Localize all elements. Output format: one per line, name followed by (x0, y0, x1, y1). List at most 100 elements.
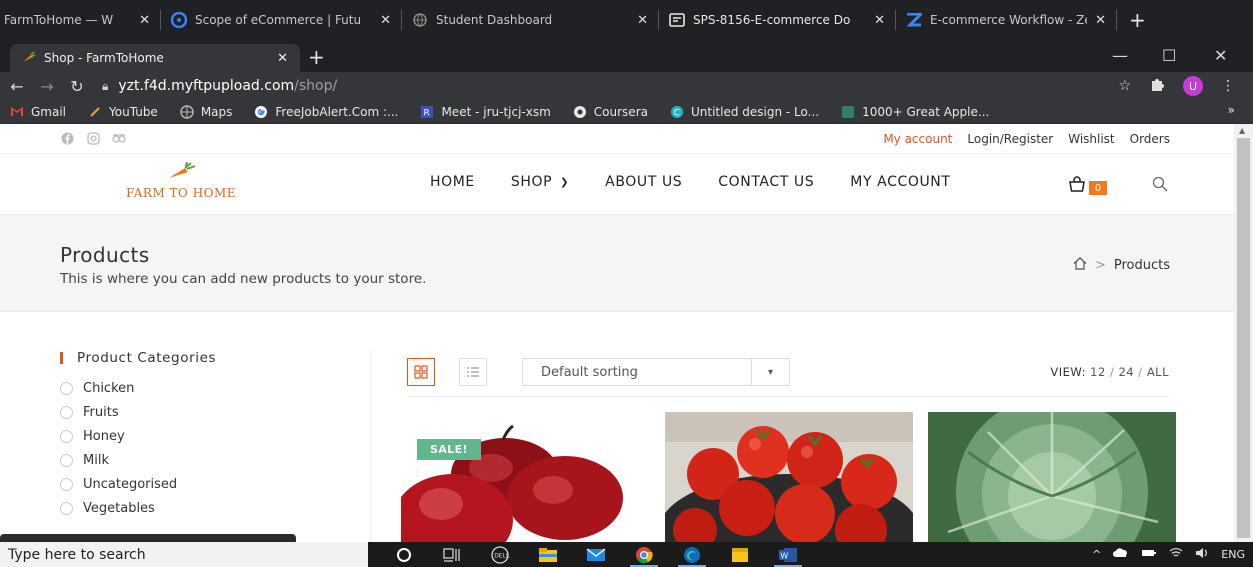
nav-about-us[interactable]: ABOUT US (605, 174, 682, 190)
dell-icon[interactable]: DELL (476, 542, 524, 567)
top-link-my-account[interactable]: My account (883, 132, 952, 146)
onedrive-cloud-icon[interactable] (1113, 548, 1129, 561)
word-icon[interactable]: W (764, 542, 812, 567)
extensions-puzzle-icon[interactable] (1149, 76, 1165, 96)
instagram-icon[interactable] (86, 131, 100, 145)
breadcrumb-current: Products (1113, 258, 1170, 273)
view-label: VIEW: (1050, 365, 1086, 379)
language-indicator[interactable]: ENG (1221, 548, 1245, 561)
close-icon[interactable]: ✕ (1095, 13, 1106, 28)
minimize-icon[interactable]: — (1112, 46, 1128, 65)
bookmark-label: Coursera (593, 104, 648, 119)
radio-icon (60, 405, 73, 419)
site-logo[interactable]: FARM TO HOME (116, 162, 246, 200)
bookmark-maps[interactable]: Maps (180, 105, 232, 119)
new-tab-button[interactable]: + (308, 44, 325, 70)
product-card-apples[interactable]: SALE! (401, 412, 649, 542)
close-icon[interactable]: ✕ (380, 13, 391, 28)
bookmark-meet[interactable]: R Meet - jru-tjcj-xsm (420, 104, 551, 119)
shopping-bag-icon (1068, 176, 1086, 196)
edge-icon[interactable] (668, 542, 716, 567)
outer-tab-sps-doc[interactable]: SPS-8156-E-commerce Do ✕ (659, 0, 895, 40)
bookmark-canva[interactable]: C Untitled design - Lo... (670, 105, 819, 119)
forward-arrow-icon[interactable]: → (34, 77, 60, 96)
nav-label: HOME (430, 174, 475, 190)
maximize-icon[interactable]: ☐ (1162, 46, 1176, 65)
nav-contact-us[interactable]: CONTACT US (718, 174, 814, 190)
bookmark-label: YouTube (109, 104, 158, 119)
nav-my-account[interactable]: MY ACCOUNT (850, 174, 950, 190)
cortana-icon[interactable] (380, 542, 428, 567)
outer-tab-label: E-commerce Workflow - Ze (930, 13, 1088, 27)
scrollbar-thumb[interactable] (1237, 138, 1250, 538)
speaker-icon[interactable] (1195, 547, 1209, 562)
wifi-icon[interactable] (1169, 547, 1183, 562)
category-label: Chicken (83, 380, 135, 396)
grid-view-button[interactable] (407, 358, 435, 386)
nav-home[interactable]: HOME (430, 174, 475, 190)
sorting-select[interactable]: Default sorting ▾ (522, 358, 790, 386)
top-link-orders[interactable]: Orders (1130, 132, 1170, 146)
kebab-menu-icon[interactable]: ⋮ (1221, 78, 1235, 94)
search-icon[interactable] (1152, 176, 1168, 196)
outer-tab-student-dashboard[interactable]: Student Dashboard ✕ (402, 0, 658, 40)
star-icon[interactable]: ☆ (1118, 78, 1131, 94)
category-fruits[interactable]: Fruits (60, 400, 310, 424)
page-scrollbar[interactable]: ▲ (1234, 124, 1253, 542)
product-card-tomatoes[interactable] (665, 412, 913, 542)
outer-tab-strip: FarmToHome — W ✕ Scope of eCommerce | Fu… (0, 0, 1253, 40)
product-image-tomatoes (665, 412, 913, 542)
tripadvisor-icon[interactable] (112, 131, 126, 145)
profile-avatar[interactable]: U (1183, 76, 1203, 96)
task-view-icon[interactable] (428, 542, 476, 567)
view-option-all[interactable]: ALL (1147, 365, 1169, 379)
view-option-24[interactable]: 24 (1118, 365, 1134, 379)
bookmark-gmail[interactable]: Gmail (10, 105, 66, 119)
category-list: Chicken Fruits Honey Milk Uncategorised … (60, 376, 310, 520)
browser-tab-active[interactable]: Shop - FarmToHome ✕ (10, 44, 300, 72)
back-arrow-icon[interactable]: ← (4, 77, 30, 96)
coursera-icon (573, 105, 587, 119)
outer-tab-farmtohome[interactable]: FarmToHome — W ✕ (0, 0, 160, 40)
scroll-up-arrow-icon[interactable]: ▲ (1239, 126, 1245, 135)
top-link-wishlist[interactable]: Wishlist (1068, 132, 1114, 146)
view-option-12[interactable]: 12 (1090, 365, 1106, 379)
facebook-icon[interactable] (60, 131, 74, 145)
bookmark-freejobalert[interactable]: FreeJobAlert.Com :... (254, 105, 398, 119)
bookmark-apple[interactable]: 1000+ Great Apple... (841, 105, 989, 119)
bookmark-coursera[interactable]: Coursera (573, 105, 648, 119)
category-milk[interactable]: Milk (60, 448, 310, 472)
outer-tab-ecommerce-workflow[interactable]: E-commerce Workflow - Ze ✕ (896, 0, 1116, 40)
reload-icon[interactable]: ↻ (64, 77, 90, 96)
top-link-login-register[interactable]: Login/Register (967, 132, 1053, 146)
list-view-button[interactable] (459, 358, 487, 386)
close-icon[interactable]: ✕ (637, 13, 648, 28)
battery-icon[interactable] (1141, 548, 1157, 561)
svg-text:W: W (780, 551, 788, 560)
close-window-icon[interactable]: ✕ (1214, 46, 1227, 65)
bookmark-label: Meet - jru-tjcj-xsm (441, 104, 551, 119)
category-honey[interactable]: Honey (60, 424, 310, 448)
sticky-notes-icon[interactable] (716, 542, 764, 567)
taskbar-search-input[interactable]: Type here to search (0, 542, 368, 567)
file-explorer-icon[interactable] (524, 542, 572, 567)
category-chicken[interactable]: Chicken (60, 376, 310, 400)
close-icon[interactable]: ✕ (874, 13, 885, 28)
product-card-cabbage[interactable] (928, 412, 1176, 542)
category-uncategorised[interactable]: Uncategorised (60, 472, 310, 496)
chevron-up-icon[interactable]: ^ (1092, 548, 1101, 561)
chrome-icon[interactable] (620, 542, 668, 567)
nav-shop[interactable]: SHOP ❯ (511, 174, 569, 190)
outer-tab-scope-ecommerce[interactable]: Scope of eCommerce | Futu ✕ (161, 0, 401, 40)
url-field[interactable]: 🔒︎ yzt.f4d.myftpupload.com/shop/ (102, 78, 337, 94)
edge-swirl-icon (171, 12, 187, 28)
new-tab-button[interactable]: + (1117, 8, 1158, 32)
mail-icon[interactable] (572, 542, 620, 567)
close-icon[interactable]: ✕ (277, 51, 288, 66)
category-vegetables[interactable]: Vegetables (60, 496, 310, 520)
close-icon[interactable]: ✕ (139, 13, 150, 28)
cart-button[interactable]: 0 (1068, 176, 1107, 196)
bookmark-youtube[interactable]: YouTube (88, 105, 158, 119)
more-bookmarks-icon[interactable]: » (1228, 103, 1235, 117)
home-icon[interactable] (1073, 257, 1087, 274)
